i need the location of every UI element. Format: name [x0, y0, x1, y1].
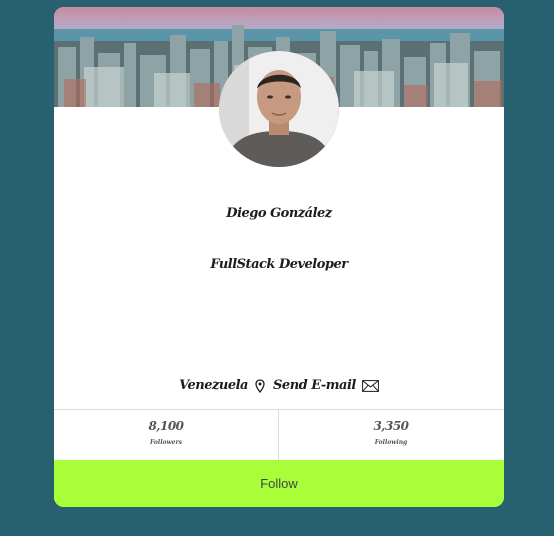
profile-role: FullStack Developer — [210, 257, 348, 272]
following-label: Following — [374, 439, 408, 446]
map-pin-icon — [255, 378, 265, 393]
profile-card: Diego González FullStack Developer Venez… — [54, 7, 504, 507]
contact-row: Venezuela Send E-mail — [54, 378, 504, 393]
location-text: Venezuela — [179, 378, 248, 393]
followers-count: 8,100 — [148, 419, 184, 433]
follow-button[interactable]: Follow — [54, 460, 504, 507]
following-count: 3,350 — [373, 419, 409, 433]
profile-name: Diego González — [226, 206, 332, 221]
followers-stat: 8,100 Followers — [54, 410, 279, 461]
stats-row: 8,100 Followers 3,350 Following — [54, 409, 504, 461]
send-email-link[interactable]: Send E-mail — [273, 378, 379, 393]
envelope-icon — [361, 379, 379, 392]
following-stat: 3,350 Following — [279, 410, 503, 461]
followers-label: Followers — [149, 439, 182, 446]
send-email-label: Send E-mail — [273, 378, 356, 393]
avatar — [219, 51, 339, 167]
